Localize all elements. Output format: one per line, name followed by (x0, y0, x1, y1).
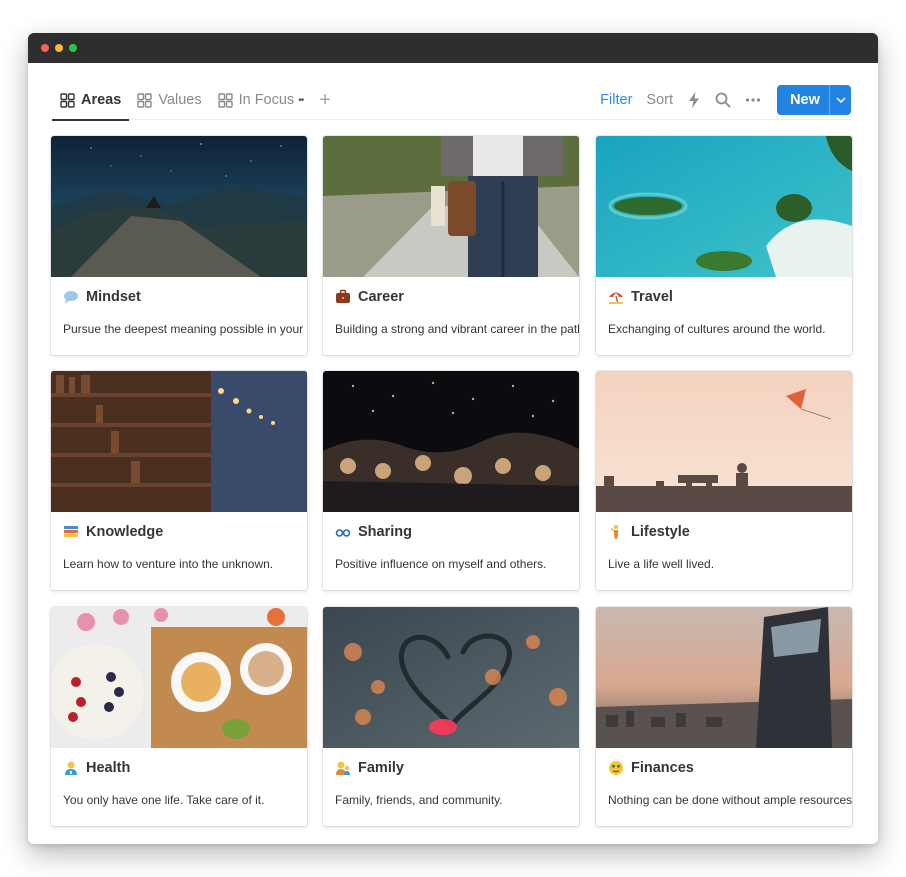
gallery-card-lifestyle[interactable]: Lifestyle Live a life well lived. (596, 371, 852, 590)
tab-label: In Focus (238, 92, 295, 108)
card-title-text: Career (358, 289, 404, 305)
search-icon[interactable] (715, 92, 731, 108)
glasses-icon (335, 524, 351, 540)
card-title-text: Family (358, 760, 404, 776)
speech-bubble-icon (63, 289, 79, 305)
card-title: Mindset (63, 289, 141, 305)
grid-icon (60, 92, 75, 108)
gallery-card-career[interactable]: Career Building a strong and vibrant car… (323, 136, 579, 355)
card-description: Pursue the deepest meaning possible in y… (63, 322, 307, 336)
filter-button[interactable]: Filter (600, 92, 632, 108)
card-title: Knowledge (63, 524, 163, 540)
gallery-card-finances[interactable]: Finances Nothing can be done without amp… (596, 607, 852, 826)
tab-label: Values (158, 92, 202, 108)
card-title-text: Knowledge (86, 524, 164, 540)
cover-image (596, 136, 852, 277)
card-description: Building a strong and vibrant career in … (335, 322, 579, 336)
gallery-card-health[interactable]: Health You only have one life. Take care… (51, 607, 307, 826)
card-title-text: Finances (631, 760, 694, 776)
add-view-plus-icon[interactable]: + (319, 90, 331, 110)
more-icon[interactable] (745, 97, 761, 103)
card-description: Family, friends, and community. (335, 793, 503, 807)
card-description: Nothing can be done without ample resour… (608, 793, 852, 807)
books-icon (63, 524, 79, 540)
lightning-icon[interactable] (687, 92, 701, 108)
toolbar-actions: Filter Sort New (586, 81, 851, 119)
minimize-window-button[interactable] (55, 44, 63, 52)
cover-image (51, 371, 307, 512)
chevron-down-icon[interactable] (829, 85, 851, 115)
health-worker-icon (63, 760, 79, 776)
grid-icon (137, 92, 153, 108)
cover-image (323, 371, 579, 512)
card-description: You only have one life. Take care of it. (63, 793, 265, 807)
app-window: Areas Values In Focus •• + Filter Sort N… (28, 33, 878, 844)
tab-values[interactable]: Values (129, 81, 209, 120)
card-description: Positive influence on myself and others. (335, 557, 547, 571)
card-title: Family (335, 760, 404, 776)
database-toolbar: Areas Values In Focus •• + Filter Sort N… (52, 81, 851, 121)
window-titlebar (28, 33, 878, 63)
new-button-label: New (790, 92, 820, 108)
person-icon (608, 524, 624, 540)
card-title-text: Lifestyle (631, 524, 690, 540)
cover-image (596, 371, 852, 512)
cover-image (51, 136, 307, 277)
gallery-card-family[interactable]: Family Family, friends, and community. (323, 607, 579, 826)
card-title: Finances (608, 760, 694, 776)
cover-image (323, 607, 579, 748)
beach-umbrella-icon (608, 289, 624, 305)
close-window-button[interactable] (41, 44, 49, 52)
card-title-text: Travel (631, 289, 673, 305)
gallery-card-sharing[interactable]: Sharing Positive influence on myself and… (323, 371, 579, 590)
card-title: Travel (608, 289, 673, 305)
briefcase-icon (335, 289, 351, 305)
gallery-card-travel[interactable]: Travel Exchanging of cultures around the… (596, 136, 852, 355)
card-title: Career (335, 289, 404, 305)
card-title: Lifestyle (608, 524, 690, 540)
grid-icon (217, 92, 233, 108)
money-face-icon (608, 760, 624, 776)
card-title-text: Mindset (86, 289, 141, 305)
new-button[interactable]: New (777, 85, 851, 115)
family-icon (335, 760, 351, 776)
card-description: Live a life well lived. (608, 557, 715, 571)
gallery-card-mindset[interactable]: Mindset Pursue the deepest meaning possi… (51, 136, 307, 355)
card-title-text: Health (86, 760, 131, 776)
tab-label: Areas (81, 92, 122, 108)
card-title: Health (63, 760, 130, 776)
cover-image (51, 607, 307, 748)
cover-image (596, 607, 852, 748)
maximize-window-button[interactable] (69, 44, 77, 52)
eyes-badge: •• (298, 94, 304, 106)
card-title: Sharing (335, 524, 412, 540)
tab-in-focus[interactable]: In Focus •• (210, 81, 312, 120)
sort-button[interactable]: Sort (646, 92, 673, 108)
cover-image (323, 136, 579, 277)
card-description: Learn how to venture into the unknown. (63, 557, 274, 571)
tab-areas[interactable]: Areas (52, 81, 130, 121)
gallery-card-knowledge[interactable]: Knowledge Learn how to venture into the … (51, 371, 307, 590)
card-description: Exchanging of cultures around the world. (608, 322, 826, 336)
card-title-text: Sharing (358, 524, 412, 540)
